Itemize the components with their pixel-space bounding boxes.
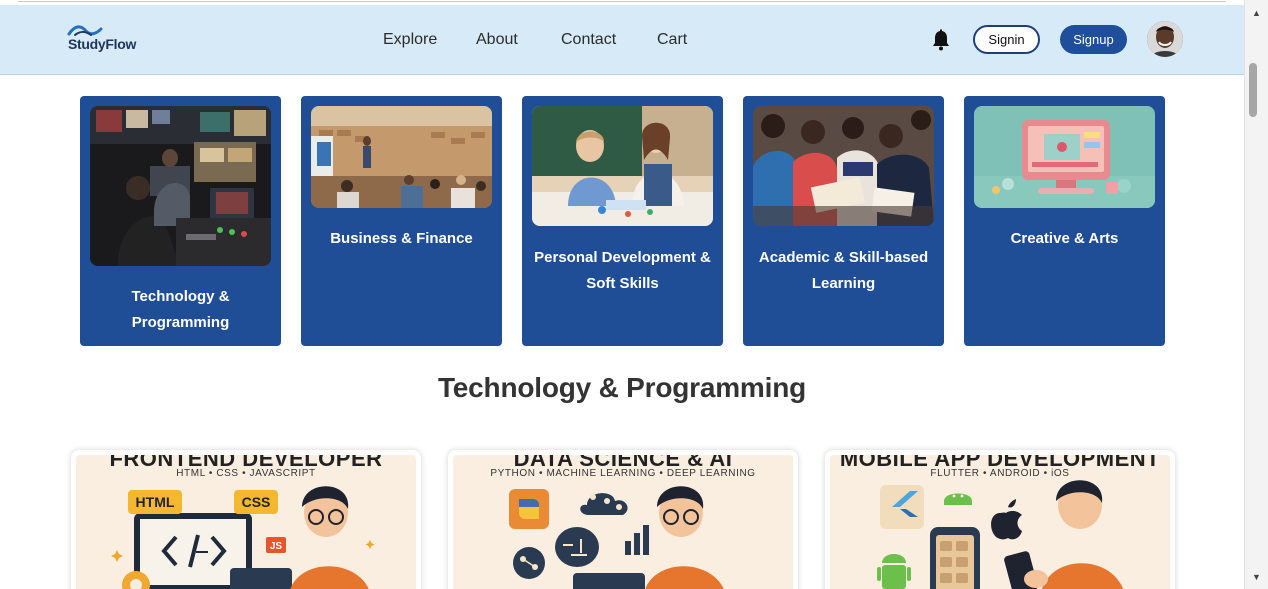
- page: StudyFlow Explore About Contact Cart Sig…: [0, 0, 1268, 589]
- category-image-academic: [753, 106, 934, 226]
- category-image-creative: [974, 106, 1155, 208]
- category-card-personal-development[interactable]: Personal Development & Soft Skills: [522, 96, 723, 346]
- section-title: Technology & Programming: [437, 372, 807, 403]
- brand-logo[interactable]: StudyFlow: [67, 23, 147, 57]
- bell-icon[interactable]: [930, 29, 952, 51]
- course-poster: MOBILE APP DEVELOPMENT FLUTTER • ANDROID…: [830, 455, 1170, 589]
- category-image-technology: [90, 106, 271, 266]
- category-label: Creative & Arts: [1010, 230, 1119, 247]
- course-card-frontend[interactable]: FRONTEND DEVELOPER HTML • CSS • JAVASCRI…: [71, 450, 421, 589]
- brand-name: StudyFlow: [68, 36, 137, 52]
- course-card-data-science[interactable]: DATA SCIENCE & AI PYTHON • MACHINE LEARN…: [448, 450, 798, 589]
- nav-contact[interactable]: Contact: [561, 31, 616, 49]
- signin-button[interactable]: Signin: [973, 25, 1040, 54]
- nav-explore[interactable]: Explore: [383, 31, 437, 49]
- category-card-creative[interactable]: Creative & Arts: [964, 96, 1165, 346]
- category-card-technology[interactable]: Technology & Programming: [80, 96, 281, 346]
- nav-about[interactable]: About: [476, 31, 518, 49]
- js-badge: JS: [270, 541, 283, 552]
- scroll-thumb[interactable]: [1249, 63, 1257, 117]
- scroll-up-arrow-icon[interactable]: ▲: [1252, 8, 1261, 18]
- nav-cart[interactable]: Cart: [657, 31, 687, 49]
- course-poster: DATA SCIENCE & AI PYTHON • MACHINE LEARN…: [453, 455, 793, 589]
- category-card-academic[interactable]: Academic & Skill-based Learning: [743, 96, 944, 346]
- signup-button[interactable]: Signup: [1060, 25, 1127, 54]
- course-card-mobile[interactable]: MOBILE APP DEVELOPMENT FLUTTER • ANDROID…: [825, 450, 1175, 589]
- category-image-personal-development: [532, 106, 713, 226]
- category-label: Personal Development & Soft Skills: [534, 249, 711, 292]
- category-card-business[interactable]: Business & Finance: [301, 96, 502, 346]
- category-label: Academic & Skill-based Learning: [758, 249, 929, 292]
- category-image-business: [311, 106, 492, 208]
- wave-logo-icon: [67, 25, 103, 36]
- course-poster: FRONTEND DEVELOPER HTML • CSS • JAVASCRI…: [76, 455, 416, 589]
- avatar[interactable]: [1147, 21, 1183, 57]
- page-scrollbar[interactable]: ▲ ▼: [1244, 0, 1268, 589]
- category-label: Business & Finance: [330, 230, 473, 247]
- category-label: Technology & Programming: [131, 288, 230, 331]
- html-badge: HTML: [128, 490, 182, 514]
- css-badge: CSS: [234, 490, 278, 514]
- site-header: StudyFlow Explore About Contact Cart Sig…: [0, 5, 1244, 75]
- scroll-down-arrow-icon[interactable]: ▼: [1252, 572, 1261, 582]
